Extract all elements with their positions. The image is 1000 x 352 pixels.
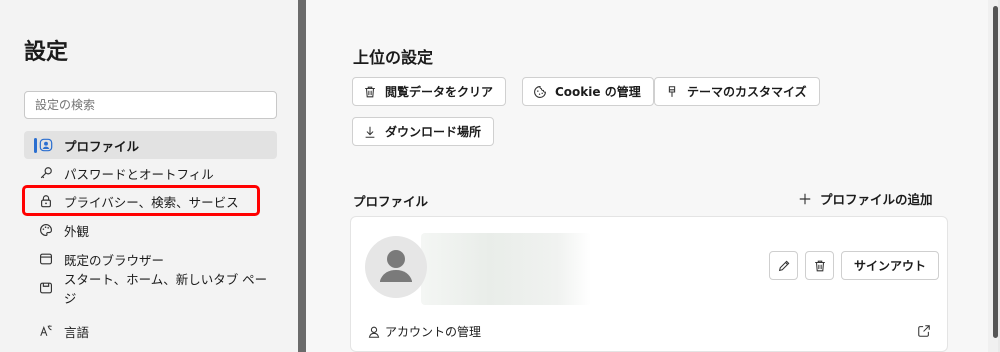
trash-icon [813, 259, 827, 273]
manage-cookies-button[interactable]: Cookie の管理 [522, 77, 654, 106]
external-link-icon[interactable] [917, 323, 931, 337]
sidebar-item-label: 外観 [64, 223, 90, 239]
settings-search-input[interactable] [24, 91, 277, 119]
add-profile-label: プロファイルの追加 [820, 192, 933, 207]
profile-name-redacted [421, 233, 591, 305]
sidebar-title: 設定 [24, 40, 69, 65]
key-icon [38, 165, 54, 181]
manage-account-link[interactable]: アカウントの管理 [367, 323, 481, 340]
edit-profile-button[interactable] [769, 251, 798, 280]
profile-card: サインアウト アカウントの管理 [350, 216, 948, 352]
main-content: 上位の設定 閲覧データをクリア Cookie の管理 テーマのカスタマイズ ダウ… [306, 0, 988, 352]
sidebar-item-passwords[interactable]: パスワードとオートフィル [24, 159, 277, 187]
manage-account-label: アカウントの管理 [385, 325, 482, 339]
download-icon [363, 125, 377, 139]
delete-profile-button[interactable] [805, 251, 834, 280]
chip-label: Cookie の管理 [555, 85, 641, 99]
profile-icon [38, 137, 54, 153]
sidebar: 設定 プロファイル パスワードとオートフィル プライバシー、検索、サービス [0, 0, 298, 352]
download-location-button[interactable]: ダウンロード場所 [352, 117, 495, 146]
cookie-icon [533, 85, 547, 99]
plus-icon [798, 192, 812, 206]
scrollbar-thumb[interactable] [993, 6, 998, 338]
language-icon [38, 323, 54, 339]
trash-icon [363, 85, 377, 99]
customize-theme-button[interactable]: テーマのカスタマイズ [654, 77, 820, 106]
avatar [365, 236, 427, 298]
chip-label: 閲覧データをクリア [385, 85, 494, 99]
chip-label: テーマのカスタマイズ [687, 85, 807, 99]
sidebar-item-label: パスワードとオートフィル [64, 166, 214, 182]
palette-icon [38, 222, 54, 238]
highlight-annotation [22, 185, 260, 216]
sidebar-item-label: 言語 [64, 324, 90, 340]
sidebar-item-language[interactable]: 言語 [24, 317, 277, 345]
pane-separator[interactable] [298, 0, 306, 352]
top-settings-title: 上位の設定 [353, 48, 434, 67]
clear-browsing-data-button[interactable]: 閲覧データをクリア [352, 77, 507, 106]
signout-button[interactable]: サインアウト [841, 251, 939, 280]
person-icon [367, 325, 381, 339]
sidebar-item-label: プロファイル [64, 138, 140, 154]
profile-section-title: プロファイル [353, 194, 429, 209]
sidebar-item-label: スタート、ホーム、新しいタブ ページ [63, 272, 268, 306]
brush-icon [665, 85, 679, 99]
browser-icon [38, 251, 54, 267]
sidebar-item-appearance[interactable]: 外観 [24, 216, 277, 244]
add-profile-button[interactable]: プロファイルの追加 [798, 189, 933, 208]
sidebar-item-start-home[interactable]: スタート、ホーム、新しいタブ ページ [24, 272, 277, 306]
home-tab-icon [38, 280, 54, 296]
sidebar-item-label: 既定のブラウザー [64, 252, 165, 268]
settings-window: 設定 プロファイル パスワードとオートフィル プライバシー、検索、サービス [0, 0, 1000, 352]
pencil-icon [777, 259, 791, 273]
sidebar-item-profile[interactable]: プロファイル [24, 131, 277, 159]
chip-label: ダウンロード場所 [385, 125, 482, 139]
active-indicator [34, 138, 37, 153]
